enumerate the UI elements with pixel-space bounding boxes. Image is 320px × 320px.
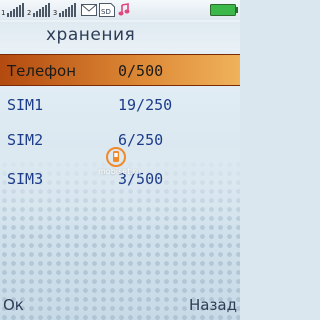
row-name: Телефон [7, 62, 77, 80]
music-note-icon [118, 3, 130, 16]
row-name: SIM1 [7, 96, 44, 114]
watermark-logo-icon [106, 147, 126, 167]
row-value: 0/500 [118, 62, 164, 80]
signal-label: 3 [53, 9, 58, 17]
watermark-text: mobiset.ru [98, 167, 142, 176]
softkey-ok[interactable]: Ок [3, 296, 24, 314]
envelope-icon [81, 4, 97, 16]
phone-screen: 1 2 3 SD хранения Телефон 0/500 SIM1 19/… [0, 0, 240, 320]
page-title: хранения [46, 25, 136, 45]
signal-label: 2 [27, 9, 32, 17]
battery-icon [210, 4, 238, 16]
sd-label: SD [101, 8, 111, 16]
row-name: SIM2 [7, 131, 44, 149]
sd-card-icon: SD [99, 3, 115, 17]
softkey-back[interactable]: Назад [189, 296, 237, 314]
row-name: SIM3 [7, 170, 44, 188]
signal-label: 1 [1, 9, 6, 17]
signal-icon: 3 [53, 3, 77, 17]
signal-icon: 2 [27, 3, 51, 17]
list-item-sim1[interactable]: SIM1 19/250 [0, 89, 240, 121]
row-value: 19/250 [118, 96, 173, 114]
signal-icon: 1 [1, 3, 25, 17]
list-item-phone[interactable]: Телефон 0/500 [0, 54, 240, 86]
status-bar: 1 2 3 SD [0, 0, 240, 20]
